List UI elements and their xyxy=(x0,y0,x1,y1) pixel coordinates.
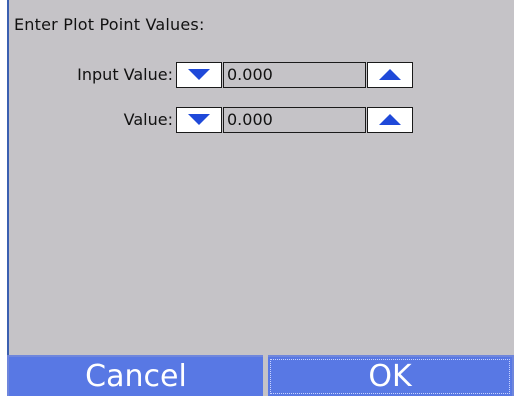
triangle-up-icon xyxy=(379,69,401,80)
triangle-down-icon xyxy=(188,69,210,80)
value-decrement-button[interactable] xyxy=(176,107,222,133)
cancel-button[interactable]: Cancel xyxy=(9,357,263,396)
input-value-label: Input Value: xyxy=(77,65,173,84)
value-field[interactable]: 0.000 xyxy=(223,107,366,133)
triangle-up-icon xyxy=(379,114,401,125)
dialog-prompt: Enter Plot Point Values: xyxy=(14,15,205,34)
input-value-increment-button[interactable] xyxy=(367,62,413,88)
ok-button[interactable]: OK xyxy=(268,357,512,396)
input-value-decrement-button[interactable] xyxy=(176,62,222,88)
input-value-field[interactable]: 0.000 xyxy=(223,62,366,88)
dialog-panel xyxy=(7,0,514,396)
triangle-down-icon xyxy=(188,114,210,125)
value-label: Value: xyxy=(123,110,173,129)
value-increment-button[interactable] xyxy=(367,107,413,133)
